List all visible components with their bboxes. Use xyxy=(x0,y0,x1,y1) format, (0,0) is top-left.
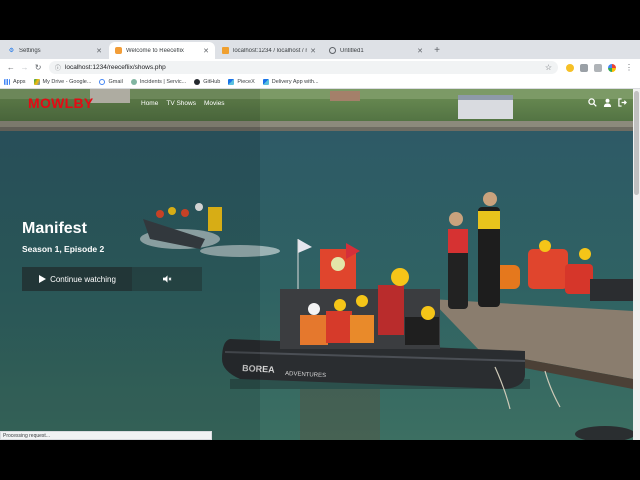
bookmark-label: Incidents | Servic... xyxy=(139,79,187,85)
gear-icon: ⚙ xyxy=(8,48,15,54)
volume-mute-icon xyxy=(162,275,171,283)
continue-watching-label: Continue watching xyxy=(50,274,116,284)
bookmark-piecex[interactable]: PieceX xyxy=(228,79,255,85)
menu-kebab-icon[interactable]: ⋮ xyxy=(622,63,636,72)
page-scrollbar[interactable] xyxy=(633,89,640,440)
site-favicon-icon xyxy=(115,47,122,54)
status-bar: Processing request... xyxy=(0,431,212,440)
back-icon[interactable]: ← xyxy=(4,63,18,72)
browser-window: ⚙ Settings ✕ Welcome to Reeceflix ✕ loca… xyxy=(0,40,640,440)
close-icon[interactable]: ✕ xyxy=(203,47,209,55)
bookmark-incidents[interactable]: Incidents | Servic... xyxy=(130,79,187,85)
header-actions xyxy=(588,98,627,107)
nav-movies[interactable]: Movies xyxy=(204,100,225,107)
bookmark-label: PieceX xyxy=(237,79,255,85)
hero-buttons: Continue watching xyxy=(22,267,202,291)
forward-icon[interactable]: → xyxy=(18,63,32,72)
close-icon[interactable]: ✕ xyxy=(310,47,316,55)
search-icon[interactable] xyxy=(588,98,597,107)
url-text: localhost:1234/reeceflix/shows.php xyxy=(64,64,166,71)
logout-icon[interactable] xyxy=(618,98,627,107)
bookmark-label: Gmail xyxy=(108,79,123,85)
piecex-icon xyxy=(262,79,269,85)
play-icon xyxy=(39,275,47,283)
bookmark-label: Delivery App with... xyxy=(271,79,319,85)
new-tab-button[interactable]: + xyxy=(430,42,444,59)
address-bar[interactable]: ⓘ localhost:1234/reeceflix/shows.php ☆ xyxy=(48,61,558,74)
extension-icon[interactable] xyxy=(565,63,574,72)
close-icon[interactable]: ✕ xyxy=(96,47,102,55)
scrollbar-thumb[interactable] xyxy=(634,91,639,195)
hero-background-image: BOREA ADVENTURES xyxy=(0,89,633,440)
drive-icon xyxy=(33,79,40,85)
bookmark-gmail[interactable]: Gmail xyxy=(99,79,123,85)
servicenow-icon xyxy=(130,79,137,85)
tab-title: Settings xyxy=(19,47,41,54)
bookmark-label: GitHub xyxy=(203,79,221,85)
site-header: MOWLBY Home TV Shows Movies xyxy=(0,89,633,117)
globe-icon xyxy=(329,47,336,54)
profile-avatar-icon[interactable] xyxy=(607,63,616,72)
continue-watching-button[interactable]: Continue watching xyxy=(22,267,132,291)
info-icon[interactable]: ⓘ xyxy=(55,63,61,72)
nav-home[interactable]: Home xyxy=(141,100,158,107)
bookmark-label: My Drive - Google... xyxy=(42,79,92,85)
bookmarks-bar: Apps My Drive - Google... Gmail Incident… xyxy=(0,76,640,89)
piecex-icon xyxy=(228,79,235,85)
bookmark-star-icon[interactable]: ☆ xyxy=(545,63,552,72)
extension-icon[interactable] xyxy=(579,63,588,72)
reload-icon[interactable]: ↻ xyxy=(31,63,45,72)
tab-phpmyadmin[interactable]: localhost:1234 / localhost / ree ✕ xyxy=(216,42,322,59)
bookmark-apps[interactable]: Apps xyxy=(4,79,26,85)
phpmyadmin-icon xyxy=(222,47,229,54)
apps-grid-icon xyxy=(4,79,10,85)
bookmark-label: Apps xyxy=(13,79,26,85)
google-icon xyxy=(99,79,106,85)
bookmark-github[interactable]: GitHub xyxy=(194,79,220,85)
tab-title: localhost:1234 / localhost / ree xyxy=(233,47,308,54)
hero-info: Manifest Season 1, Episode 2 xyxy=(22,220,104,254)
mute-button[interactable] xyxy=(132,267,202,291)
tab-strip: ⚙ Settings ✕ Welcome to Reeceflix ✕ loca… xyxy=(0,40,640,59)
user-icon[interactable] xyxy=(603,98,612,107)
close-icon[interactable]: ✕ xyxy=(417,47,423,55)
extension-icon[interactable] xyxy=(593,63,602,72)
tab-untitled[interactable]: Untitled1 ✕ xyxy=(323,42,429,59)
site-nav: Home TV Shows Movies xyxy=(141,100,225,107)
tab-reeceflix[interactable]: Welcome to Reeceflix ✕ xyxy=(109,42,215,59)
bookmark-drive[interactable]: My Drive - Google... xyxy=(33,79,92,85)
site-logo[interactable]: MOWLBY xyxy=(28,95,94,111)
tab-title: Untitled1 xyxy=(340,47,364,54)
nav-tv-shows[interactable]: TV Shows xyxy=(166,100,196,107)
tab-title: Welcome to Reeceflix xyxy=(126,47,184,54)
browser-toolbar: ← → ↻ ⓘ localhost:1234/reeceflix/shows.p… xyxy=(0,59,640,76)
github-icon xyxy=(194,79,201,85)
episode-label: Season 1, Episode 2 xyxy=(22,244,105,254)
page-content: BOREA ADVENTURES MOWLBY Home TV Shows Mo… xyxy=(0,89,633,440)
tab-settings[interactable]: ⚙ Settings ✕ xyxy=(2,42,108,59)
show-title: Manifest xyxy=(22,220,87,237)
bookmark-delivery-app[interactable]: Delivery App with... xyxy=(262,79,319,85)
